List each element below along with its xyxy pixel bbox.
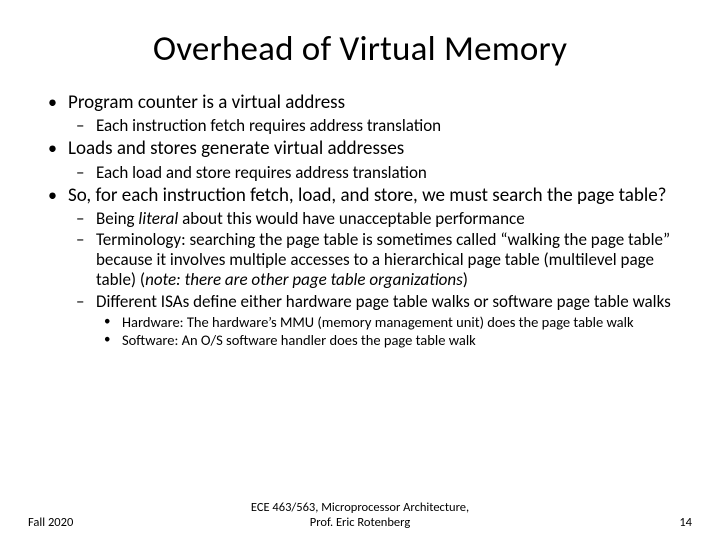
sub-text-post: ) (463, 269, 468, 290)
sub-item: Being literal about this would have unac… (68, 209, 680, 229)
sub-text-em: literal (138, 208, 178, 229)
bullet-item: Loads and stores generate virtual addres… (40, 138, 680, 182)
bullet-text: So, for each instruction fetch, load, an… (68, 184, 667, 207)
sub-text: Each instruction fetch requires address … (96, 115, 441, 136)
sub-item: Each load and store requires address tra… (68, 163, 680, 183)
subsub-item: Hardware: The hardware’s MMU (memory man… (96, 314, 680, 331)
sub-item: Different ISAs define either hardware pa… (68, 292, 680, 350)
footer-center-line2: Prof. Eric Rotenberg (310, 515, 410, 530)
subsub-text: Software: An O/S software handler does t… (122, 331, 476, 349)
footer-right: 14 (679, 515, 692, 530)
footer-center: ECE 463/563, Microprocessor Architecture… (251, 500, 469, 530)
subsub-text: Hardware: The hardware’s MMU (memory man… (122, 313, 634, 331)
sub-text-post: about this would have unacceptable perfo… (178, 208, 524, 229)
footer: Fall 2020 ECE 463/563, Microprocessor Ar… (0, 515, 720, 530)
bullet-text: Program counter is a virtual address (68, 91, 345, 114)
sub-text: Different ISAs define either hardware pa… (96, 291, 671, 312)
bullet-item: Program counter is a virtual address Eac… (40, 92, 680, 136)
sub-list: Being literal about this would have unac… (68, 209, 680, 349)
slide: Overhead of Virtual Memory Program count… (0, 0, 720, 540)
subsub-item: Software: An O/S software handler does t… (96, 332, 680, 349)
sub-text-pre: Being (96, 208, 138, 229)
sub-item: Each instruction fetch requires address … (68, 116, 680, 136)
sub-item: Terminology: searching the page table is… (68, 230, 680, 290)
sub-text: Each load and store requires address tra… (96, 162, 427, 183)
slide-title: Overhead of Virtual Memory (40, 28, 680, 70)
sub-list: Each instruction fetch requires address … (68, 116, 680, 136)
subsub-list: Hardware: The hardware’s MMU (memory man… (96, 314, 680, 350)
sub-text-em: note: there are other page table organiz… (145, 269, 463, 290)
sub-list: Each load and store requires address tra… (68, 163, 680, 183)
footer-left: Fall 2020 (28, 515, 73, 530)
bullet-text: Loads and stores generate virtual addres… (68, 137, 404, 160)
bullet-item: So, for each instruction fetch, load, an… (40, 185, 680, 349)
bullet-list: Program counter is a virtual address Eac… (40, 92, 680, 349)
footer-center-line1: ECE 463/563, Microprocessor Architecture… (251, 500, 469, 515)
